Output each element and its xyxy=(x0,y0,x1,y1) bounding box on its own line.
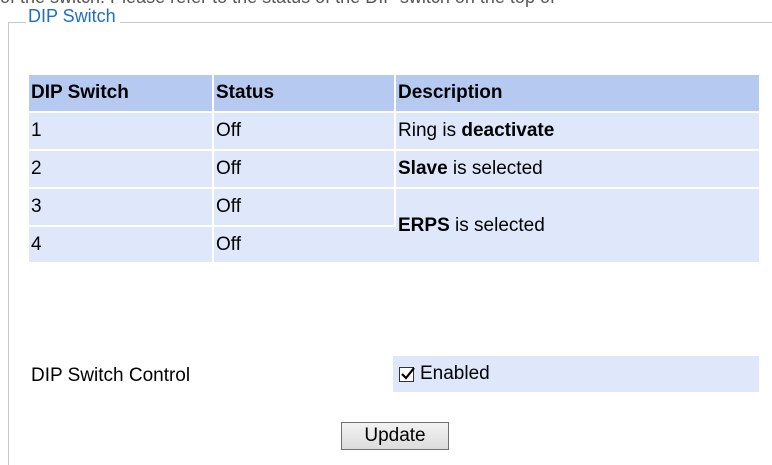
dip-switch-table: DIP Switch Status Description 1 Off Ring… xyxy=(29,75,759,262)
enabled-checkbox-label[interactable]: Enabled xyxy=(420,363,490,385)
column-header-dip-switch: DIP Switch xyxy=(29,75,214,112)
dip-number-cell: 3 xyxy=(29,187,214,226)
column-header-description: Description xyxy=(395,75,759,112)
description-emphasis: Slave xyxy=(398,158,448,179)
description-cell: Ring is deactivate xyxy=(395,111,759,150)
status-cell: Off xyxy=(213,187,396,226)
dip-number-cell: 2 xyxy=(29,149,214,188)
column-header-status: Status xyxy=(213,75,396,112)
description-text: is selected xyxy=(447,158,543,179)
dip-number-cell: 1 xyxy=(29,111,214,150)
dip-switch-control-value: Enabled xyxy=(393,356,759,392)
description-emphasis: deactivate xyxy=(461,120,555,141)
description-text: Ring is xyxy=(398,120,462,141)
status-cell: Off xyxy=(213,111,396,150)
update-button[interactable]: Update xyxy=(341,422,449,450)
description-emphasis: ERPS xyxy=(398,214,450,236)
enabled-checkbox[interactable] xyxy=(399,366,415,382)
table-header-row: DIP Switch Status Description xyxy=(29,75,759,112)
description-cell: ERPS is selected xyxy=(395,187,759,262)
checkmark-icon xyxy=(401,366,415,380)
dip-switch-control-row: DIP Switch Control Enabled xyxy=(29,356,759,392)
description-cell: Slave is selected xyxy=(395,149,759,188)
dip-number-cell: 4 xyxy=(29,225,214,262)
dip-switch-control-label: DIP Switch Control xyxy=(31,365,191,386)
table-row: 1 Off Ring is deactivate xyxy=(29,111,759,150)
status-cell: Off xyxy=(213,225,395,262)
table-row: 3 Off ERPS is selected xyxy=(29,187,759,262)
description-text: is selected xyxy=(449,214,545,236)
panel-legend: DIP Switch xyxy=(26,6,120,26)
table-row: 2 Off Slave is selected xyxy=(29,149,759,188)
status-cell: Off xyxy=(213,149,396,188)
